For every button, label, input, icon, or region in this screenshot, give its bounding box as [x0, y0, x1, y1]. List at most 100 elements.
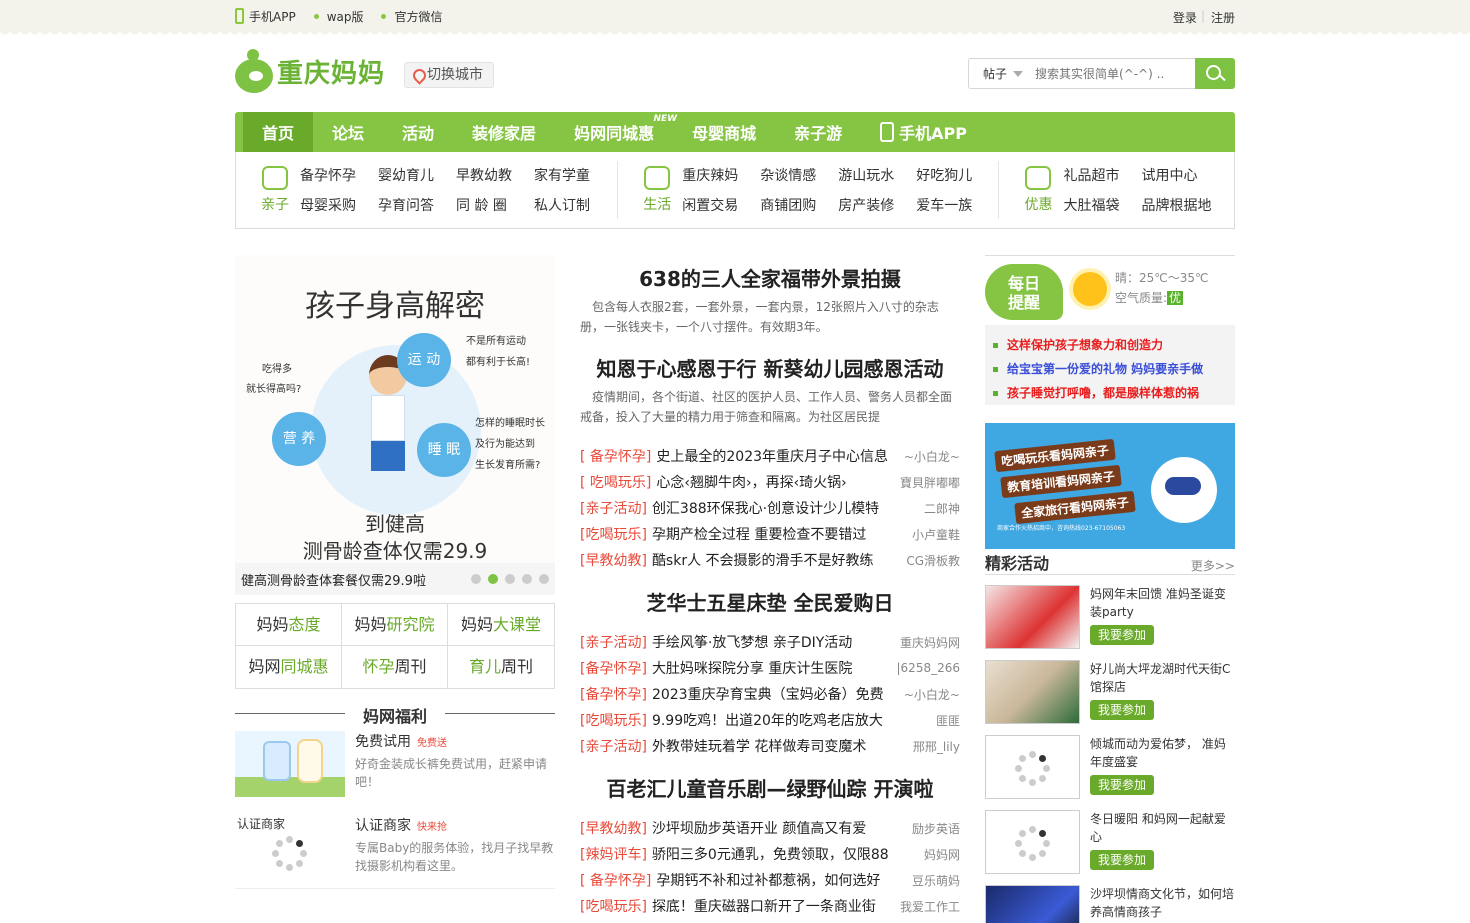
news-category[interactable]: [吃喝玩乐] — [580, 710, 647, 730]
activity-title[interactable]: 妈网年末回馈 准妈圣诞变装party — [1090, 585, 1235, 621]
subnav-link[interactable]: 爱车一族 — [916, 195, 994, 215]
news-row[interactable]: [吃喝玩乐] 探底！重庆磁器口新开了一条商业街 我爱工作工 — [580, 893, 960, 919]
join-button[interactable]: 我要参加 — [1090, 850, 1155, 870]
carousel-dot[interactable] — [522, 574, 532, 584]
register-link[interactable]: 注册 — [1211, 9, 1235, 26]
news-category[interactable]: [ 备孕怀孕] — [580, 870, 651, 890]
news-row[interactable]: [吃喝玩乐] 9.99吃鸡！出道20年的吃鸡老店放大 匪匪 — [580, 707, 960, 733]
subnav-link[interactable]: 早教幼教 — [456, 165, 534, 185]
news-row[interactable]: [早教幼教] 酷skr人 不会摄影的滑手不是好教练 CG滑板教 — [580, 547, 960, 573]
news-author[interactable]: CG滑板教 — [900, 552, 960, 569]
promo-banner[interactable]: 孩子身高解密 运 动 营 养 睡 眠 吃得多 就长得高吗? 不是所有运动 都有利于… — [235, 255, 555, 563]
login-link[interactable]: 登录 — [1173, 9, 1197, 26]
news-title[interactable]: 孕期产检全过程 重要检查不要错过 — [652, 524, 866, 544]
news-category[interactable]: [亲子活动] — [580, 736, 647, 756]
weixin-link[interactable]: 官方微信 — [381, 8, 443, 25]
subnav-link[interactable]: 试用中心 — [1141, 165, 1219, 185]
news-row[interactable]: [ 吃喝玩乐] 心念‹翘脚牛肉›，再探‹琦火锅› 寶貝胖嘟嘟 — [580, 469, 960, 495]
nav-item[interactable]: 首页 — [243, 112, 314, 152]
nav-item[interactable]: 手机APP — [861, 112, 986, 152]
tip-link[interactable]: 给宝宝第一份爱的礼物 妈妈要亲手做 — [993, 357, 1235, 381]
news-title[interactable]: 9.99吃鸡！出道20年的吃鸡老店放大 — [652, 710, 883, 730]
subnav-link[interactable]: 杂谈情感 — [760, 165, 838, 185]
activity-item[interactable]: 沙坪坝情商文化节，如何培养高情商孩子我要参加 — [985, 885, 1235, 923]
news-author[interactable]: 小卢童鞋 — [906, 526, 960, 543]
headline[interactable]: 638的三人全家福带外景拍摄 — [580, 263, 960, 291]
activity-image[interactable] — [985, 660, 1080, 724]
search-type-select[interactable]: 帖子 — [969, 65, 1035, 82]
news-author[interactable]: 邢邢_lily — [907, 738, 960, 755]
search-input[interactable] — [1035, 66, 1186, 81]
subnav-link[interactable]: 家有学童 — [534, 165, 612, 185]
subnav-link[interactable]: 礼品超市 — [1063, 165, 1141, 185]
activity-image[interactable] — [985, 585, 1080, 649]
subnav-link[interactable]: 私人订制 — [534, 195, 612, 215]
activity-title[interactable]: 冬日暖阳 和妈网一起献爱心 — [1090, 810, 1235, 846]
news-author[interactable]: 励步英语 — [906, 820, 960, 837]
nav-item[interactable]: 妈网同城惠 NEW — [555, 112, 677, 152]
app-link[interactable]: 手机APP — [235, 8, 296, 25]
subnav-link[interactable]: 孕育问答 — [378, 195, 456, 215]
news-category[interactable]: [早教幼教] — [580, 550, 647, 570]
news-author[interactable]: ~小白龙~ — [898, 686, 960, 703]
fuli-item-trial[interactable]: 免费试用 免费送 好奇金装成长裤免费试用，赶紧申请吧！ — [235, 731, 555, 801]
subnav-link[interactable]: 商铺团购 — [760, 195, 838, 215]
news-author[interactable]: 豆乐萌妈 — [906, 872, 960, 889]
activity-title[interactable]: 沙坪坝情商文化节，如何培养高情商孩子 — [1090, 885, 1235, 921]
subnav-link[interactable]: 母婴采购 — [300, 195, 378, 215]
activity-image[interactable] — [985, 810, 1080, 874]
news-title[interactable]: 外教带娃玩着学 花样做寿司变魔术 — [652, 736, 866, 756]
news-category[interactable]: [亲子活动] — [580, 498, 647, 518]
news-row[interactable]: [辣妈评车] 骄阳三多0元通乳，免费领取，仅限88 妈妈网 — [580, 841, 960, 867]
subnav-link[interactable]: 大肚福袋 — [1063, 195, 1141, 215]
news-row[interactable]: [ 备孕怀孕] 史上最全的2023年重庆月子中心信息 ~小白龙~ — [580, 443, 960, 469]
subnav-link[interactable]: 备孕怀孕 — [300, 165, 378, 185]
mama-grid-item[interactable]: 妈妈研究院 — [342, 604, 448, 646]
ad-banner[interactable]: 吃喝玩乐看妈网亲子 教育培训看妈网亲子 全家旅行看妈网亲子 商家合作火热招商中，… — [985, 423, 1235, 549]
mama-grid-item[interactable]: 育儿周刊 — [448, 646, 554, 688]
news-author[interactable]: 匪匪 — [930, 712, 960, 729]
subnav-link[interactable]: 闲置交易 — [682, 195, 760, 215]
activity-title[interactable]: 好儿尚大坪龙湖时代天街C馆探店 — [1090, 660, 1235, 696]
banner-caption-link[interactable]: 健高测骨龄查体套餐仅需29.9啦 — [241, 570, 426, 589]
subnav-link[interactable]: 婴幼育儿 — [378, 165, 456, 185]
subnav-link[interactable]: 好吃狗儿 — [916, 165, 994, 185]
nav-item[interactable]: 母婴商城 — [673, 112, 775, 152]
news-title[interactable]: 心念‹翘脚牛肉›，再探‹琦火锅› — [656, 472, 846, 492]
activity-item[interactable]: 好儿尚大坪龙湖时代天街C馆探店 我要参加 — [985, 660, 1235, 725]
news-row[interactable]: [备孕怀孕] 2023重庆孕育宝典（宝妈必备）免费 ~小白龙~ — [580, 681, 960, 707]
news-category[interactable]: [早教幼教] — [580, 818, 647, 838]
carousel-dot[interactable] — [539, 574, 549, 584]
news-category[interactable]: [吃喝玩乐] — [580, 524, 647, 544]
fuli-item-merchant[interactable]: 认证商家 认证商家 快来抢 专属Baby的服务体验，找月子找早教找摄影机构看这里。 — [235, 815, 555, 889]
news-author[interactable]: 重庆妈妈网 — [894, 634, 960, 651]
mama-grid-item[interactable]: 妈妈大课堂 — [448, 604, 554, 646]
news-row[interactable]: [早教幼教] 沙坪坝励步英语开业 颜值高又有爱 励步英语 — [580, 815, 960, 841]
nav-item[interactable]: 活动 — [383, 112, 453, 152]
news-title[interactable]: 酷skr人 不会摄影的滑手不是好教练 — [652, 550, 874, 570]
news-title[interactable]: 孕期钙不补和过补都惹祸，如何选好 — [656, 870, 880, 890]
news-category[interactable]: [辣妈评车] — [580, 844, 647, 864]
join-button[interactable]: 我要参加 — [1090, 625, 1155, 645]
carousel-dot[interactable] — [471, 574, 481, 584]
news-title[interactable]: 手绘风筝·放飞梦想 亲子DIY活动 — [652, 632, 852, 652]
news-category[interactable]: [备孕怀孕] — [580, 684, 647, 704]
nav-item[interactable]: 亲子游 — [775, 112, 861, 152]
news-category[interactable]: [备孕怀孕] — [580, 658, 647, 678]
site-logo[interactable]: 重庆妈妈 — [235, 49, 385, 93]
news-category[interactable]: [吃喝玩乐] — [580, 896, 647, 916]
news-author[interactable]: 我爱工作工 — [894, 898, 960, 915]
switch-city-button[interactable]: 切换城市 — [404, 62, 494, 88]
activity-item[interactable]: 倾城而动为爱佑梦， 准妈年度盛宴 我要参加 — [985, 735, 1235, 800]
subnav-link[interactable]: 同 龄 圈 — [456, 195, 534, 215]
news-title[interactable]: 史上最全的2023年重庆月子中心信息 — [656, 446, 888, 466]
wap-link[interactable]: wap版 — [313, 8, 363, 25]
news-category[interactable]: [亲子活动] — [580, 632, 647, 652]
news-row[interactable]: [吃喝玩乐] 孕期产检全过程 重要检查不要错过 小卢童鞋 — [580, 521, 960, 547]
mama-grid-item[interactable]: 妈网同城惠 — [236, 646, 342, 688]
headline[interactable]: 百老汇儿童音乐剧—绿野仙踪 开演啦 — [580, 773, 960, 801]
subnav-link[interactable]: 重庆辣妈 — [682, 165, 760, 185]
news-row[interactable]: [亲子活动] 外教带娃玩着学 花样做寿司变魔术 邢邢_lily — [580, 733, 960, 759]
carousel-dot[interactable] — [505, 574, 515, 584]
news-category[interactable]: [ 吃喝玩乐] — [580, 472, 651, 492]
